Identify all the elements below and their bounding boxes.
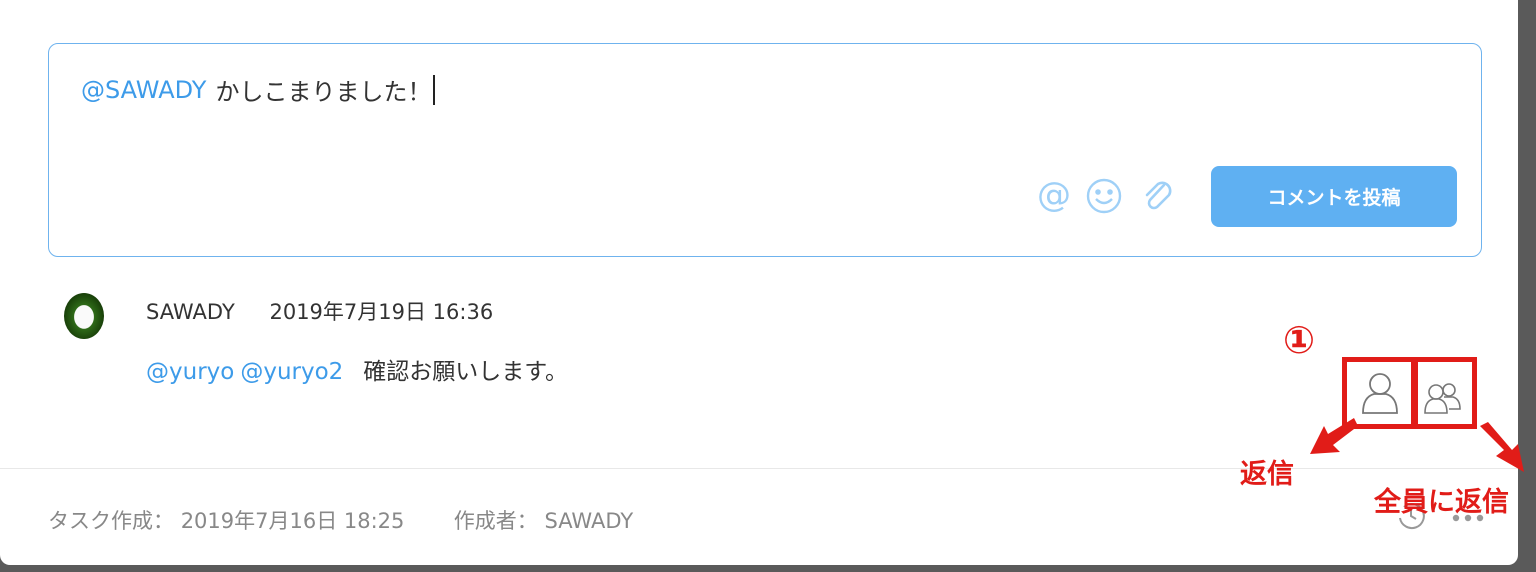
comment-body: @yuryo @yuryo2 確認お願いします。 [146,352,568,386]
task-footer: タスク作成： 2019年7月16日 18:25 作成者： SAWADY [48,505,633,535]
reply-all-arrow-icon [1480,422,1524,472]
reply-all-annotation-label: 全員に返信 [1374,487,1509,518]
avatar[interactable] [64,293,104,339]
step-marker: ① [1283,318,1316,362]
author-value: SAWADY [544,509,634,533]
post-comment-button[interactable]: コメントを投稿 [1211,166,1457,227]
composer-text: かしこまりました！ [215,78,432,106]
paperclip-icon[interactable] [1137,176,1177,216]
comment-text: 確認お願いします。 [363,359,568,385]
comment-composer[interactable]: @SAWADY かしこまりました！ @ コメントを投稿 [48,43,1482,257]
composer-textarea[interactable]: @SAWADY かしこまりました！ [81,72,436,107]
comment-author[interactable]: SAWADY [146,300,235,324]
comment-datetime: 2019年7月19日 16:36 [269,300,494,324]
created-label: タスク作成： [48,509,174,533]
text-caret [433,74,436,105]
emoji-icon[interactable] [1084,176,1124,216]
author-label: 作成者： [453,509,538,533]
comment-mention[interactable]: @yuryo [146,359,234,385]
comment-meta: SAWADY 2019年7月19日 16:36 [146,296,493,326]
reply-arrow-icon [1310,418,1358,454]
created-value: 2019年7月16日 18:25 [180,509,405,533]
reply-all-highlight [1411,357,1477,429]
reply-annotation-label: 返信 [1240,459,1294,490]
svg-text:@: @ [1037,176,1071,215]
comment-mention[interactable]: @yuryo2 [240,359,343,385]
composer-mention: @SAWADY [81,75,207,104]
at-icon[interactable]: @ [1034,175,1074,216]
